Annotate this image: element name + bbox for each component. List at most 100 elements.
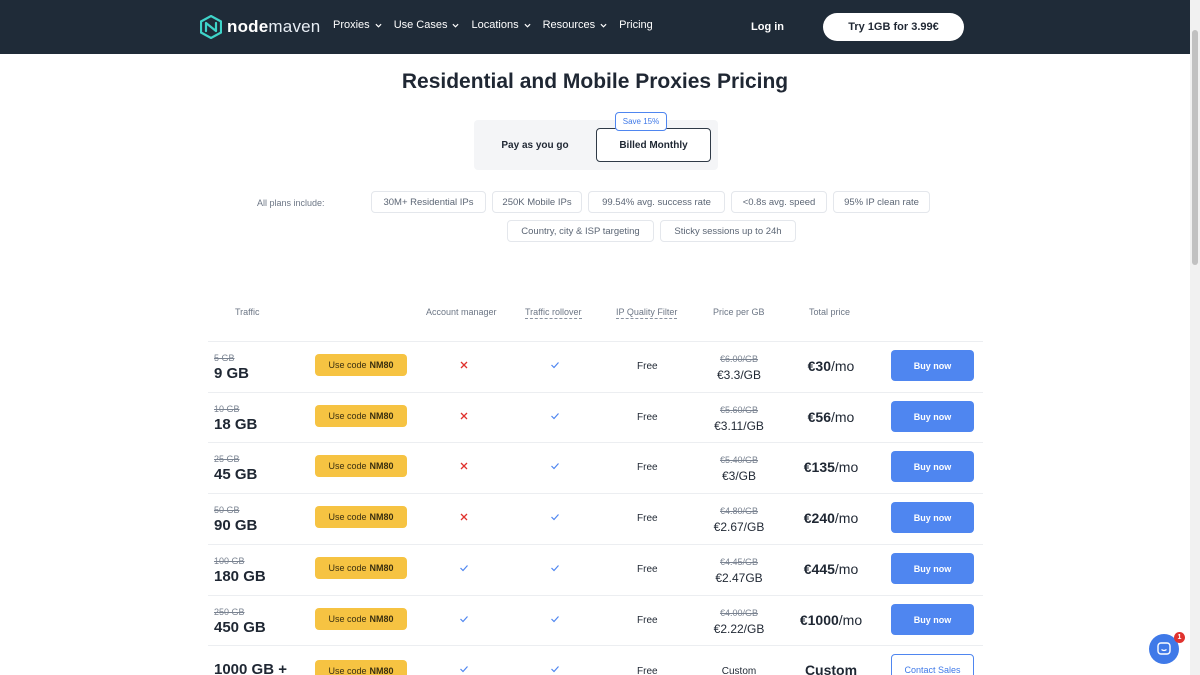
traffic-amount: 90 GB [214,517,258,534]
chevron-down-icon [375,23,382,28]
chevron-down-icon [524,23,531,28]
cross-icon [460,361,468,369]
header-account-manager: Account manager [426,307,497,317]
promo-code-badge[interactable]: Use code NM80 [315,354,407,376]
ip-quality-value: Free [637,666,658,675]
chevron-down-icon [452,23,460,28]
nav-pricing[interactable]: Pricing [619,19,653,31]
login-link[interactable]: Log in [751,21,784,33]
contact-sales-button[interactable]: Contact Sales [891,654,974,675]
traffic-amount: 18 GB [214,416,258,433]
feature-chip: 30M+ Residential IPs [371,191,486,213]
plans-include-label: All plans include: [257,198,325,208]
total-price: €30/mo [807,358,855,374]
table-row: 25 GB 45 GB Use code NM80 Free €5.40/GB €3… [208,442,983,493]
check-icon [551,565,559,572]
check-icon [551,413,559,420]
page-scrollbar[interactable] [1190,0,1200,675]
old-price: €6.00/GB [719,354,759,364]
feature-chip: Country, city & ISP targeting [507,220,654,242]
buy-now-button[interactable]: Buy now [891,401,974,432]
nav-resources[interactable]: Resources [543,19,608,31]
old-traffic: 10 GB [214,404,240,414]
traffic-amount: 450 GB [214,619,266,636]
main-nav: Proxies Use Cases Locations Resources Pr… [333,19,665,31]
cross-icon [460,412,468,420]
ip-quality-value: Free [637,361,658,372]
old-price: €4.00/GB [719,608,759,618]
new-price: €3.3/GB [716,368,762,382]
chat-icon [1157,642,1171,655]
promo-code-badge[interactable]: Use code NM80 [315,608,407,630]
ip-quality-value: Free [637,615,658,626]
nodemaven-logo-icon [200,15,222,39]
new-price: €3/GB [721,469,757,483]
header-traffic-rollover[interactable]: Traffic rollover [525,307,582,319]
header-ip-quality-filter[interactable]: IP Quality Filter [616,307,678,319]
new-price: €2.67/GB [713,520,765,534]
feature-chip: <0.8s avg. speed [731,191,827,213]
notification-badge: 1 [1174,632,1185,643]
check-icon [551,514,559,521]
old-traffic: 25 GB [214,454,240,464]
buy-now-button[interactable]: Buy now [891,350,974,381]
total-price: €56/mo [807,409,855,425]
new-price: €2.47GB [715,571,763,585]
promo-code-badge[interactable]: Use code NM80 [315,660,407,675]
billing-toggle: Pay as you go Billed Monthly [474,120,718,170]
header-total-price: Total price [809,307,851,317]
table-row-custom: 1000 GB + Use code NM80 Free Custom Custo… [208,645,983,675]
feature-chip: Sticky sessions up to 24h [660,220,796,242]
feature-chip: 95% IP clean rate [833,191,930,213]
table-row: 5 GB 9 GB Use code NM80 Free €6.00/GB €3.3… [208,341,983,392]
check-icon [460,616,468,623]
chevron-down-icon [600,23,607,28]
check-icon [551,666,559,673]
ip-quality-value: Free [637,513,658,524]
table-row: 50 GB 90 GB Use code NM80 Free €4.80/GB €2… [208,493,983,544]
old-price: €5.60/GB [719,405,759,415]
table-row: 10 GB 18 GB Use code NM80 Free €5.60/GB €3… [208,392,983,443]
nav-use-cases[interactable]: Use Cases [394,19,460,31]
nav-locations[interactable]: Locations [471,19,531,31]
total-price: €445/mo [803,561,859,577]
traffic-amount: 45 GB [214,466,258,483]
header-price-per-gb: Price per GB [713,307,765,317]
old-price: €4.80/GB [719,506,759,516]
old-traffic: 100 GB [214,556,245,566]
buy-now-button[interactable]: Buy now [891,451,974,482]
billed-monthly-option[interactable]: Billed Monthly [596,128,711,162]
table-row: 250 GB 450 GB Use code NM80 Free €4.00/GB… [208,595,983,646]
check-icon [460,565,468,572]
promo-code-badge[interactable]: Use code NM80 [315,455,407,477]
check-icon [460,666,468,673]
total-price: €1000/mo [799,612,863,628]
buy-now-button[interactable]: Buy now [891,604,974,635]
pay-as-you-go-option[interactable]: Pay as you go [474,120,596,170]
total-price: Custom [804,662,858,675]
header-traffic: Traffic [235,307,260,317]
promo-code-badge[interactable]: Use code NM80 [315,557,407,579]
new-price: €2.22/GB [713,622,765,636]
check-icon [551,463,559,470]
nav-proxies[interactable]: Proxies [333,19,382,31]
promo-code-badge[interactable]: Use code NM80 [315,405,407,427]
promo-code-badge[interactable]: Use code NM80 [315,506,407,528]
buy-now-button[interactable]: Buy now [891,553,974,584]
traffic-amount: 180 GB [214,568,266,585]
logo[interactable]: nodemaven [200,14,320,40]
ip-quality-value: Free [637,564,658,575]
try-1gb-button[interactable]: Try 1GB for 3.99€ [823,13,964,41]
feature-chip: 99.54% avg. success rate [588,191,725,213]
old-traffic: 50 GB [214,505,240,515]
total-price: €135/mo [803,459,859,475]
table-row: 100 GB 180 GB Use code NM80 Free €4.45/GB… [208,544,983,595]
price-per-gb: Custom [721,666,757,675]
buy-now-button[interactable]: Buy now [891,502,974,533]
traffic-amount: 9 GB [214,365,250,382]
scrollbar-thumb[interactable] [1192,30,1198,265]
new-price: €3.11/GB [714,419,764,433]
cross-icon [460,462,468,470]
logo-text: nodemaven [227,17,321,36]
ip-quality-value: Free [637,462,658,473]
